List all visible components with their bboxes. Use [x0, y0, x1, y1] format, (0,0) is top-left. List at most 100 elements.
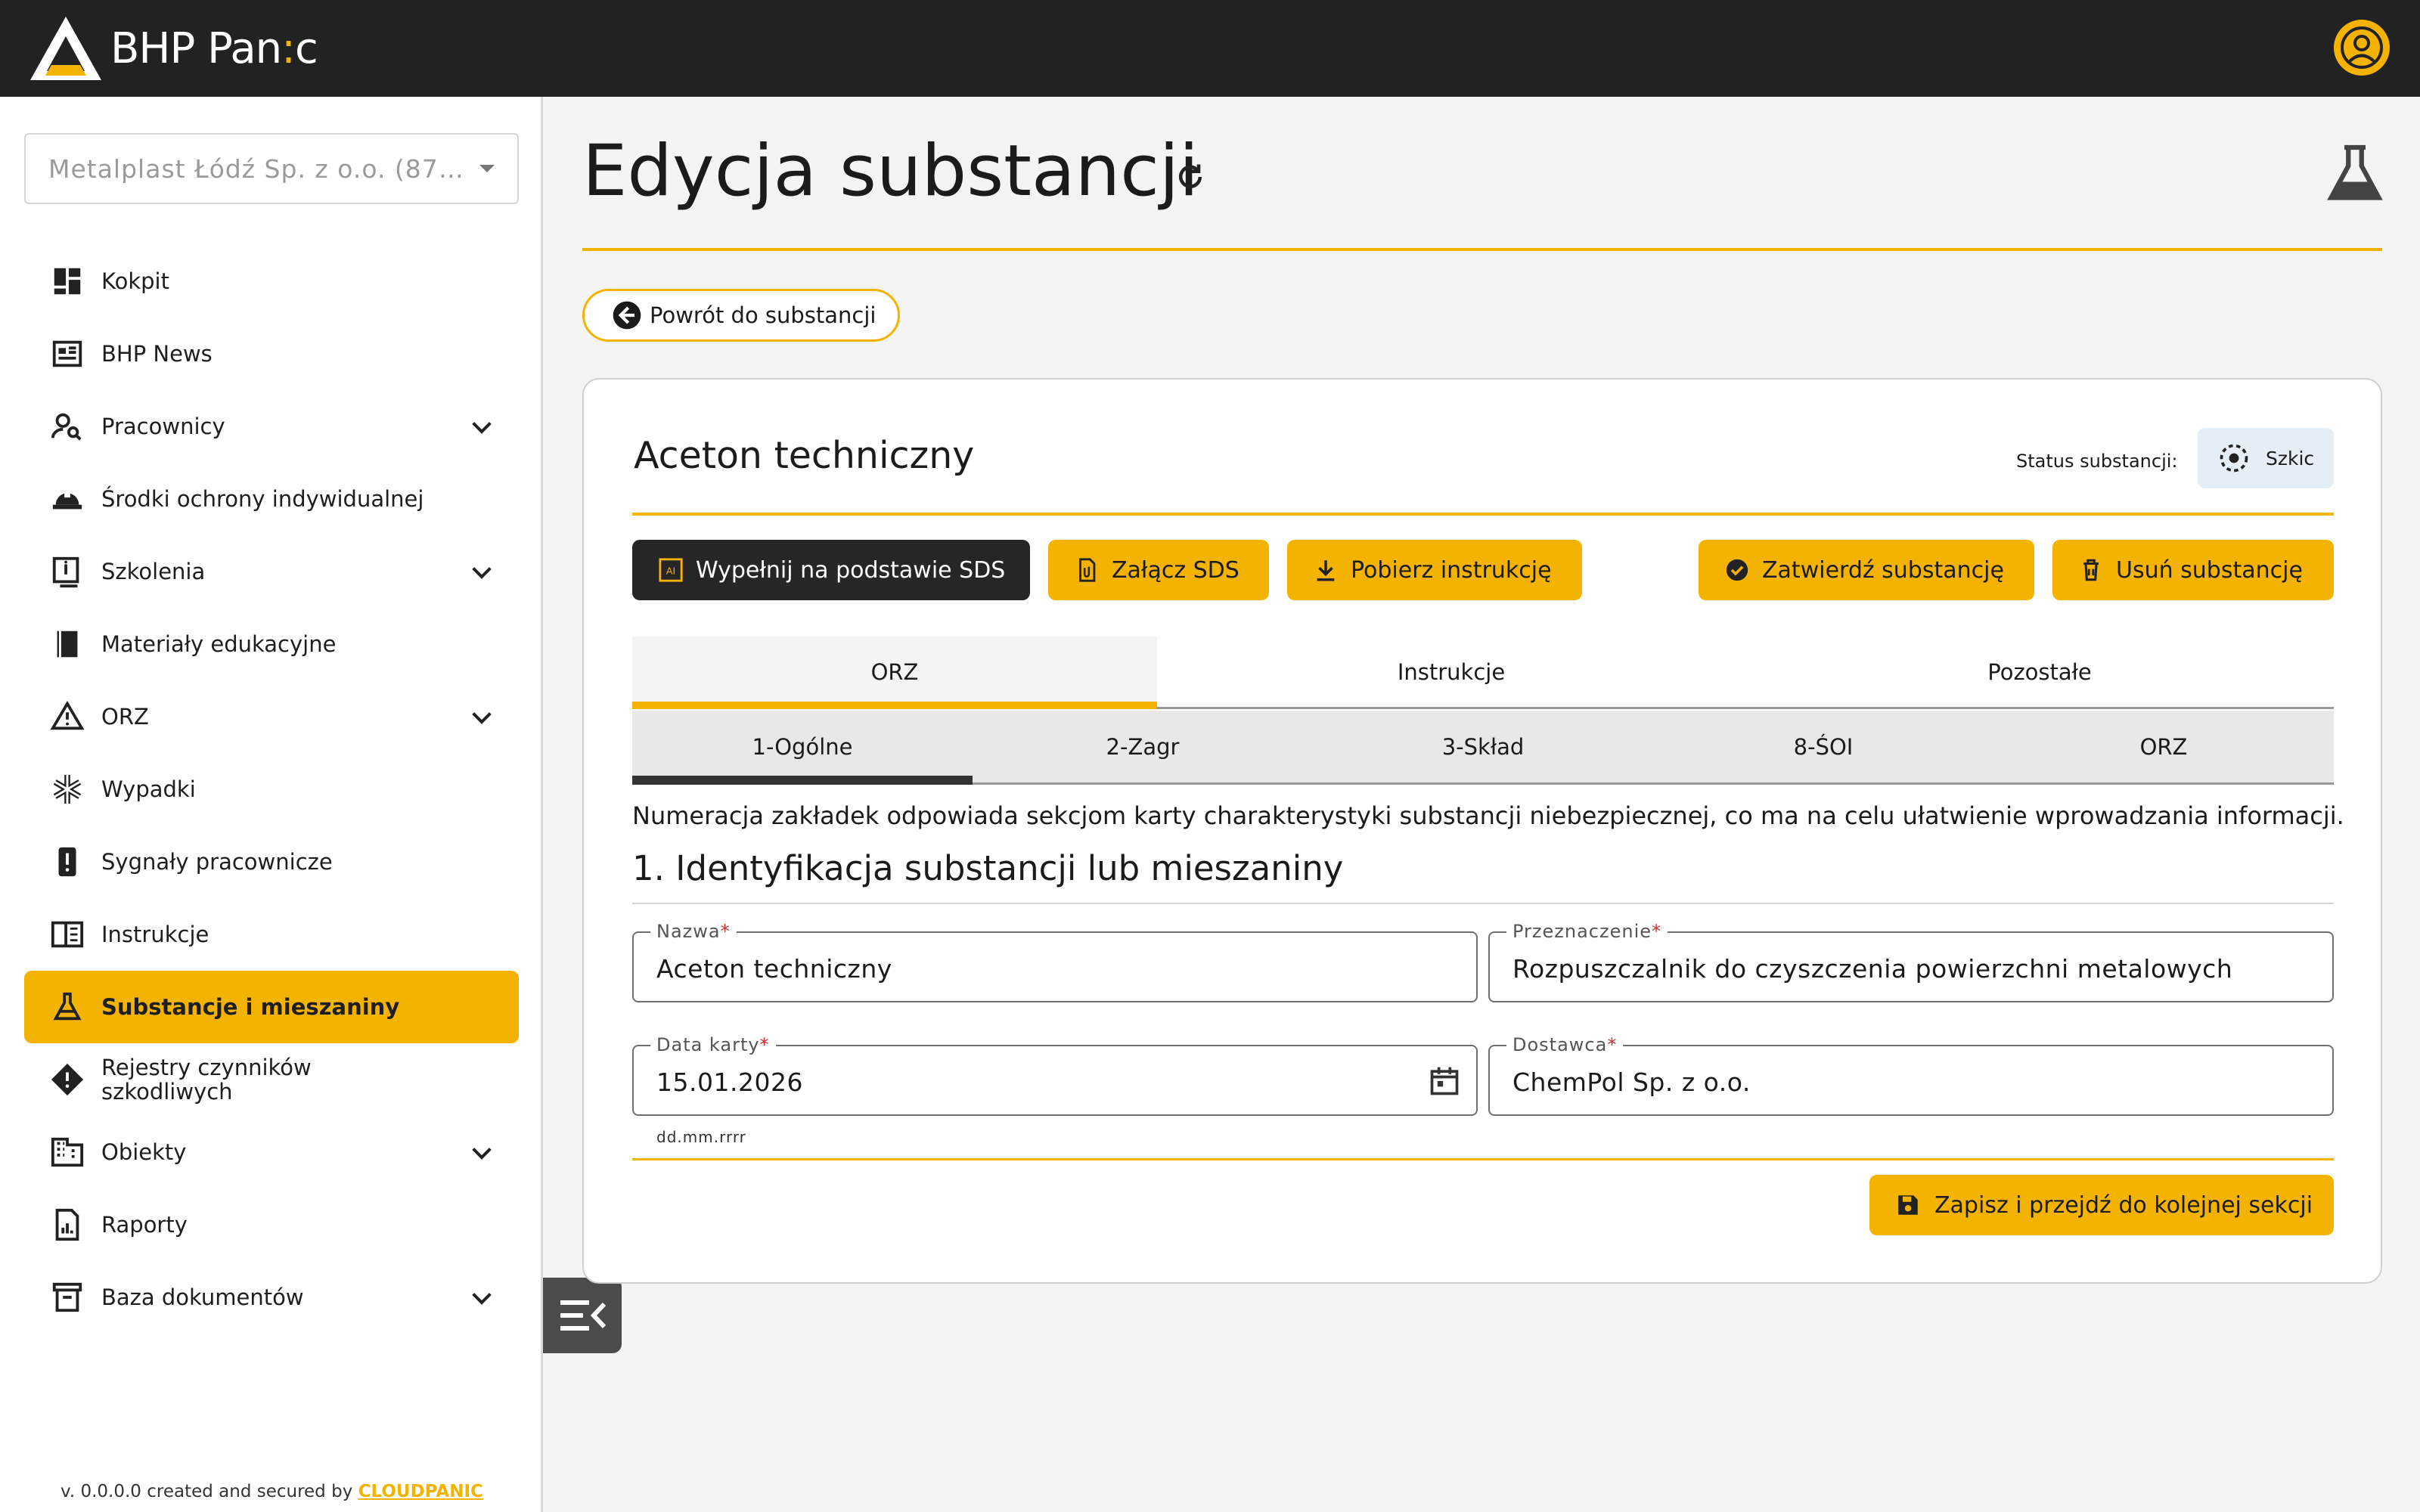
sidebar-item-rejestry[interactable]: Rejestry czynników szkodliwych — [24, 1043, 519, 1116]
download-icon — [1317, 560, 1335, 581]
back-button-label: Powrót do substancji — [650, 302, 876, 328]
section-title: 1. Identyfikacja substancji lub mieszani… — [632, 848, 1344, 888]
sidebar-item-label: ORZ — [101, 704, 149, 730]
approve-substance-label: Zatwierdź substancję — [1762, 556, 2004, 584]
card-divider — [632, 513, 2334, 516]
sidebar-item-label: Baza dokumentów — [101, 1284, 304, 1310]
ai-icon: AI — [659, 558, 683, 582]
sidebar-item-kokpit[interactable]: Kokpit — [24, 245, 519, 318]
version-footer: v. 0.0.0.0 created and secured by CLOUDP… — [60, 1482, 483, 1501]
chevron-down-icon[interactable] — [472, 705, 492, 724]
verified-icon — [1726, 559, 1748, 581]
building-icon — [48, 1133, 86, 1171]
approve-substance-button[interactable]: Zatwierdź substancję — [1699, 540, 2034, 600]
chevron-down-icon[interactable] — [472, 414, 492, 434]
purpose-field[interactable]: Przeznaczenie* Rozpuszczalnik do czyszcz… — [1488, 921, 2334, 1002]
fill-from-sds-label: Wypełnij na podstawie SDS — [696, 556, 1006, 584]
sidebar-item-wypadki[interactable]: Wypadki — [24, 753, 519, 826]
supplier-field-value: ChemPol Sp. z o.o. — [1512, 1067, 1751, 1097]
helmet-icon — [48, 480, 86, 518]
status-value: Szkic — [2266, 447, 2315, 469]
save-icon — [1898, 1195, 1918, 1215]
sidebar-item-orz[interactable]: ORZ — [24, 680, 519, 753]
form-bottom-divider — [632, 1158, 2334, 1160]
flask-icon — [48, 988, 86, 1026]
main-tabs: ORZ Instrukcje Pozostałe — [632, 637, 2334, 709]
calendar-icon[interactable] — [1428, 1064, 1461, 1098]
title-divider — [582, 248, 2382, 251]
sidebar-item-baza-dokumentow[interactable]: Baza dokumentów — [24, 1261, 519, 1334]
tab-1-ogolne[interactable]: 1-Ogólne — [632, 711, 973, 785]
save-and-next-label: Zapisz i przejdź do kolejnej sekcji — [1934, 1191, 2313, 1219]
attach-sds-button[interactable]: Załącz SDS — [1048, 540, 1269, 600]
cloudpanic-link[interactable]: CLOUDPANIC — [358, 1482, 483, 1501]
sidebar-item-label: Substancje i mieszaniny — [101, 994, 400, 1020]
attach-file-icon — [1079, 558, 1096, 582]
alert-icon — [48, 843, 86, 881]
app-logo[interactable]: BHP Pan:c — [29, 15, 318, 82]
svg-text:AI: AI — [666, 566, 675, 578]
sidebar-item-label: Sygnały pracownicze — [101, 849, 333, 875]
purpose-field-label: Przeznaczenie* — [1506, 921, 1668, 942]
supplier-field[interactable]: Dostawca* ChemPol Sp. z o.o. — [1488, 1034, 2334, 1116]
sidebar-item-label: Wypadki — [101, 776, 196, 802]
collapse-sidebar-button[interactable] — [543, 1278, 622, 1353]
sidebar-item-obiekty[interactable]: Obiekty — [24, 1116, 519, 1188]
status-label: Status substancji: — [2016, 451, 2178, 472]
save-and-next-button[interactable]: Zapisz i przejdź do kolejnej sekcji — [1869, 1175, 2334, 1235]
supplier-field-label: Dostawca* — [1506, 1034, 1624, 1055]
sidebar-nav: Kokpit BHP News Pracownicy Środki ochron… — [24, 245, 519, 1334]
news-icon — [48, 335, 86, 373]
section-numbering-info: Numeracja zakładek odpowiada sekcjom kar… — [632, 801, 2344, 830]
sidebar-item-label: Kokpit — [101, 268, 169, 294]
tab-instrukcje[interactable]: Instrukcje — [1157, 637, 1745, 707]
sidebar-item-srodki-ochrony[interactable]: Środki ochrony indywidualnej — [24, 463, 519, 535]
caret-down-icon — [479, 165, 495, 172]
card-date-field[interactable]: Data karty* 15.01.2026 — [632, 1034, 1478, 1116]
download-instruction-button[interactable]: Pobierz instrukcję — [1287, 540, 1582, 600]
report-icon — [48, 1206, 86, 1244]
date-format-hint: dd.mm.rrrr — [656, 1128, 746, 1146]
tab-orz[interactable]: ORZ — [632, 637, 1157, 709]
tab-8-soi[interactable]: 8-ŚOI — [1653, 711, 1993, 782]
version-text: v. 0.0.0.0 created and secured by — [60, 1482, 358, 1501]
delete-substance-button[interactable]: Usuń substancję — [2052, 540, 2334, 600]
sidebar-item-pracownicy[interactable]: Pracownicy — [24, 390, 519, 463]
chevron-down-icon[interactable] — [472, 1285, 492, 1305]
sidebar-item-materialy[interactable]: Materiały edukacyjne — [24, 608, 519, 680]
chevron-down-icon[interactable] — [472, 1140, 492, 1160]
substance-name-heading: Aceton techniczny — [634, 434, 975, 477]
fill-from-sds-button[interactable]: AI Wypełnij na podstawie SDS — [632, 540, 1030, 600]
status-badge: Szkic — [2198, 428, 2334, 488]
card-date-field-label: Data karty* — [650, 1034, 776, 1055]
training-icon — [48, 553, 86, 590]
tab-3-sklad[interactable]: 3-Skład — [1313, 711, 1653, 782]
delete-substance-label: Usuń substancję — [2116, 556, 2303, 584]
back-to-substances-button[interactable]: Powrót do substancji — [582, 289, 900, 342]
trash-icon — [2083, 559, 2099, 581]
page-title: Edycja substancji — [582, 130, 1199, 212]
user-account-icon[interactable] — [2334, 20, 2390, 76]
tab-2-zagr[interactable]: 2-Zagr — [973, 711, 1313, 782]
draft-status-icon — [2220, 444, 2248, 472]
chevron-down-icon[interactable] — [472, 559, 492, 579]
name-field[interactable]: Nazwa* Aceton techniczny — [632, 921, 1478, 1002]
book-icon — [48, 625, 86, 663]
refresh-icon[interactable] — [1174, 160, 1207, 194]
tab-pozostale[interactable]: Pozostałe — [1745, 637, 2334, 707]
sidebar-item-label: Materiały edukacyjne — [101, 631, 337, 657]
sidebar-item-substancje[interactable]: Substancje i mieszaniny — [24, 971, 519, 1043]
sidebar-item-label: Rejestry czynników szkodliwych — [101, 1055, 312, 1105]
sidebar-item-instrukcje[interactable]: Instrukcje — [24, 898, 519, 971]
company-select[interactable]: Metalplast Łódź Sp. z o.o. (8721... — [24, 133, 519, 204]
sidebar-item-bhp-news[interactable]: BHP News — [24, 318, 519, 390]
sidebar-item-label: Raporty — [101, 1212, 188, 1238]
sidebar-item-szkolenia[interactable]: Szkolenia — [24, 535, 519, 608]
logo-triangle-icon — [30, 17, 101, 80]
sidebar-item-raporty[interactable]: Raporty — [24, 1188, 519, 1261]
section-divider — [632, 903, 2334, 904]
sidebar-item-sygnaly[interactable]: Sygnały pracownicze — [24, 826, 519, 898]
medical-icon — [48, 770, 86, 808]
tab-orz-section[interactable]: ORZ — [1993, 711, 2334, 782]
top-bar: BHP Pan:c — [0, 0, 2420, 97]
